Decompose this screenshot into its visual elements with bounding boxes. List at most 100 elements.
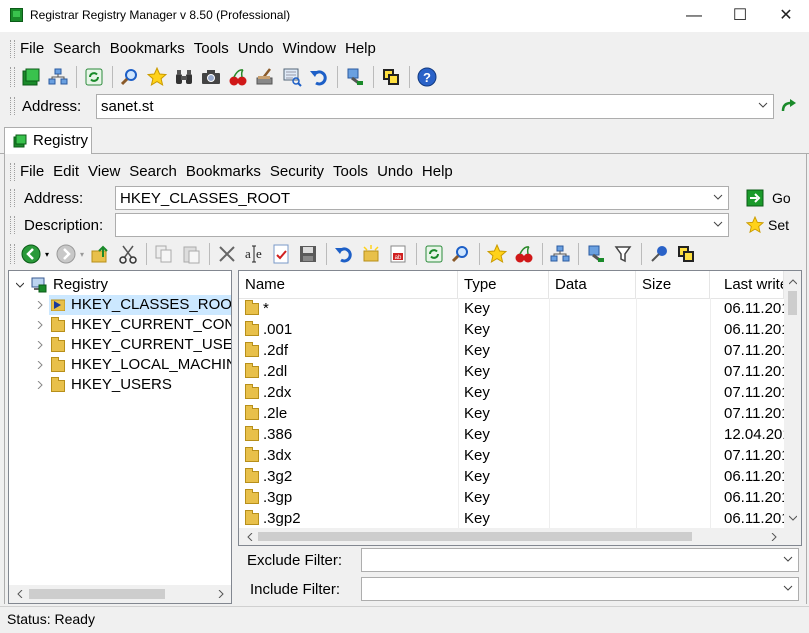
close-button[interactable]: ✕ [763, 0, 809, 32]
reg-bookmark-button[interactable] [484, 241, 510, 267]
backup-button[interactable] [342, 64, 368, 90]
network-registry-button[interactable] [45, 64, 71, 90]
save-button[interactable] [295, 241, 321, 267]
menu-window[interactable]: Window [283, 37, 336, 61]
help-button[interactable]: ? [414, 64, 440, 90]
list-row[interactable]: .001 Key 06.11.201 [239, 319, 801, 340]
include-filter-input[interactable] [361, 577, 799, 601]
snapshot-button[interactable] [198, 64, 224, 90]
new-registry-window-button[interactable] [18, 64, 44, 90]
monitor-button[interactable] [279, 64, 305, 90]
back-dropdown-icon[interactable]: ▾ [45, 250, 49, 259]
menu-bookmarks[interactable]: Bookmarks [110, 37, 185, 61]
column-header-name[interactable]: Name [239, 271, 458, 298]
submenu-edit[interactable]: Edit [53, 160, 79, 184]
undo-button[interactable] [306, 64, 332, 90]
values-list[interactable]: Name Type Data Size Last write * Key 06.11… [238, 270, 802, 546]
reg-cleaner-button[interactable] [511, 241, 537, 267]
list-row[interactable]: .2dx Key 07.11.201 [239, 382, 801, 403]
delete-button[interactable] [214, 241, 240, 267]
collapsed-chevron-icon[interactable] [36, 341, 44, 349]
collapsed-chevron-icon[interactable] [36, 301, 44, 309]
column-header-size[interactable]: Size [636, 271, 710, 298]
forward-dropdown-icon[interactable]: ▾ [80, 250, 84, 259]
scroll-down-button[interactable] [784, 509, 801, 526]
set-button[interactable]: Set [744, 214, 802, 236]
cleaner-button[interactable] [225, 64, 251, 90]
menu-search[interactable]: Search [53, 37, 101, 61]
chevron-down-icon[interactable] [712, 218, 724, 230]
chevron-down-icon[interactable] [782, 553, 794, 565]
tree-item[interactable]: HKEY_CLASSES_ROOT [9, 295, 231, 315]
list-row[interactable]: .2df Key 07.11.201 [239, 340, 801, 361]
submenu-help[interactable]: Help [422, 160, 453, 184]
list-row[interactable]: .3gp2 Key 06.11.201 [239, 508, 801, 529]
submenu-undo[interactable]: Undo [377, 160, 413, 184]
scroll-left-button[interactable] [11, 585, 28, 602]
cascade-windows-button[interactable] [378, 64, 404, 90]
new-key-button[interactable] [358, 241, 384, 267]
scroll-right-button[interactable] [765, 528, 782, 545]
menu-tools[interactable]: Tools [194, 37, 229, 61]
submenu-file[interactable]: File [20, 160, 44, 184]
tree-hscroll-thumb[interactable] [29, 589, 165, 599]
collapsed-chevron-icon[interactable] [36, 361, 44, 369]
column-header-data[interactable]: Data [549, 271, 636, 298]
new-value-button[interactable]: ab [385, 241, 411, 267]
reg-windows-button[interactable] [673, 241, 699, 267]
collapsed-chevron-icon[interactable] [36, 381, 44, 389]
edit-value-button[interactable] [268, 241, 294, 267]
submenu-tools[interactable]: Tools [333, 160, 368, 184]
chevron-down-icon[interactable] [757, 99, 769, 111]
up-button[interactable] [88, 241, 114, 267]
list-row[interactable]: .3gp Key 06.11.201 [239, 487, 801, 508]
scroll-up-button[interactable] [784, 273, 801, 290]
reg-network-button[interactable] [547, 241, 573, 267]
go-button[interactable]: Go [744, 187, 802, 209]
menu-file[interactable]: File [20, 37, 44, 61]
submenu-bookmarks[interactable]: Bookmarks [186, 160, 261, 184]
list-vscroll-thumb[interactable] [788, 291, 797, 315]
submenu-security[interactable]: Security [270, 160, 324, 184]
cut-button[interactable] [115, 241, 141, 267]
menu-help[interactable]: Help [345, 37, 376, 61]
scroll-left-button[interactable] [241, 528, 258, 545]
list-row[interactable]: .2le Key 07.11.201 [239, 403, 801, 424]
exclude-filter-input[interactable] [361, 548, 799, 572]
reg-find-button[interactable] [448, 241, 474, 267]
collapsed-chevron-icon[interactable] [36, 321, 44, 329]
rename-button[interactable]: ae [241, 241, 267, 267]
list-row[interactable]: .3g2 Key 06.11.201 [239, 466, 801, 487]
paste-button[interactable] [178, 241, 204, 267]
copy-button[interactable] [151, 241, 177, 267]
registry-tree[interactable]: Registry HKEY_CLASSES_ROOT HKEY_CURRENT_… [8, 270, 232, 604]
tree-hscrollbar[interactable] [9, 585, 231, 603]
list-row[interactable]: .386 Key 12.04.201 [239, 424, 801, 445]
column-header-type[interactable]: Type [458, 271, 549, 298]
back-button[interactable] [18, 241, 44, 267]
splitter[interactable] [233, 270, 237, 604]
pin-button[interactable] [646, 241, 672, 267]
menu-undo[interactable]: Undo [238, 37, 274, 61]
maximize-button[interactable]: ☐ [717, 0, 763, 32]
filter-button[interactable] [610, 241, 636, 267]
main-address-input[interactable]: sanet.st [96, 94, 774, 119]
list-row[interactable]: * Key 06.11.201 [239, 298, 801, 319]
tab-registry[interactable]: Registry [4, 127, 92, 154]
submenu-search[interactable]: Search [129, 160, 177, 184]
bookmark-button[interactable] [144, 64, 170, 90]
list-vscrollbar[interactable] [784, 271, 801, 528]
list-hscroll-thumb[interactable] [258, 532, 692, 541]
reg-undo-button[interactable] [331, 241, 357, 267]
search-binoculars-button[interactable] [171, 64, 197, 90]
description-input[interactable] [115, 213, 729, 237]
refresh-button[interactable] [81, 64, 107, 90]
expanded-chevron-icon[interactable] [16, 281, 24, 289]
minimize-button[interactable]: — [671, 0, 717, 32]
optimizer-button[interactable] [252, 64, 278, 90]
go-arrow-button[interactable] [780, 97, 798, 115]
forward-button[interactable] [53, 241, 79, 267]
find-button[interactable] [117, 64, 143, 90]
reg-address-input[interactable]: HKEY_CLASSES_ROOT [115, 186, 729, 210]
list-row[interactable]: .3dx Key 07.11.201 [239, 445, 801, 466]
